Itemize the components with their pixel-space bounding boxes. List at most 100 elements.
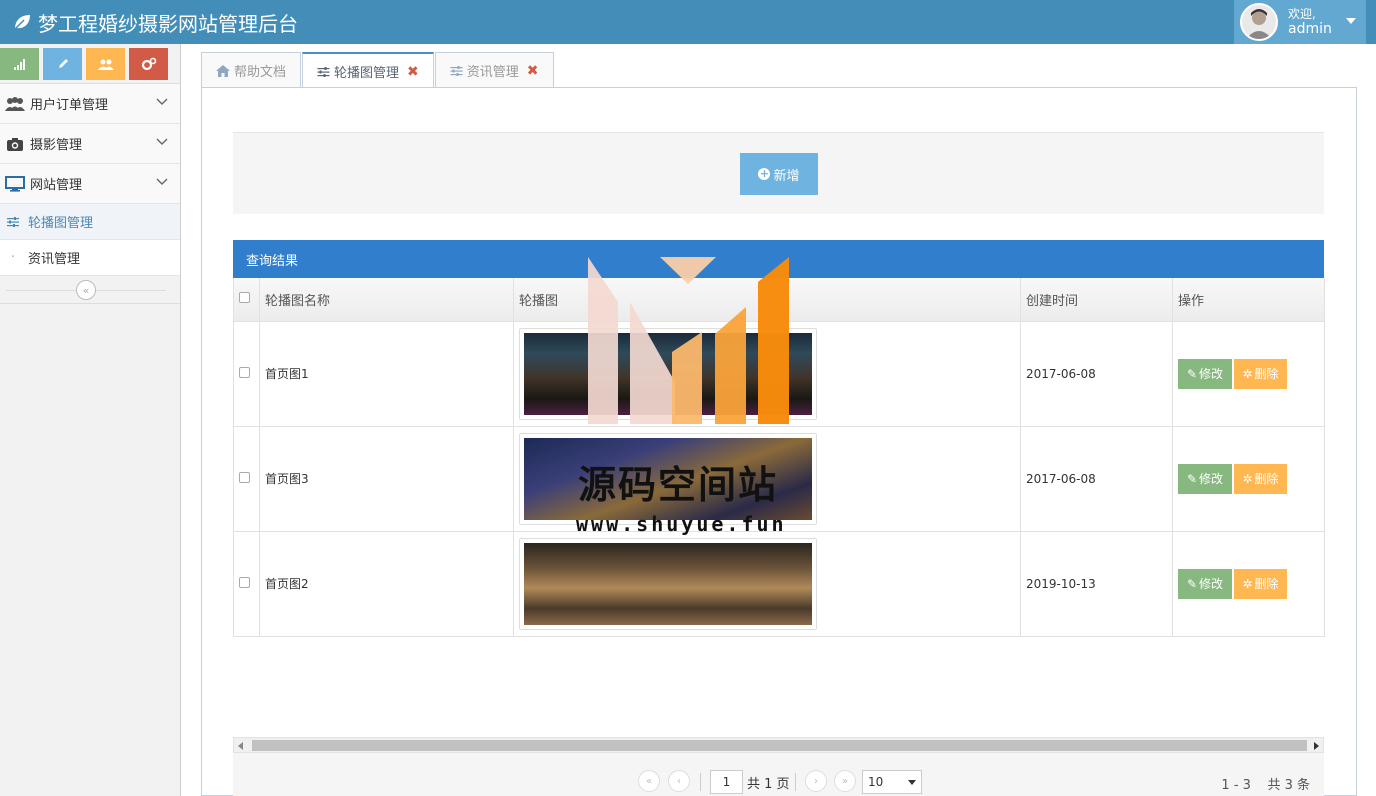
sidebar-item-website[interactable]: 网站管理: [0, 164, 180, 204]
gear-icon: ✲: [1242, 471, 1253, 486]
avatar: [1240, 3, 1278, 41]
tab-news[interactable]: 资讯管理 ✖: [434, 52, 554, 88]
user-avatar-icon: [1246, 9, 1272, 39]
shortcut-settings-button[interactable]: [129, 48, 168, 80]
delete-button[interactable]: ✲ 删除: [1234, 463, 1287, 494]
user-greeting: 欢迎, admin: [1288, 7, 1332, 37]
first-page-button[interactable]: «: [638, 770, 660, 792]
pager: « ‹ 1 共 1 页 › » 10 1 - 3 共 3 条: [233, 753, 1324, 796]
plus-circle-icon: +: [758, 167, 771, 180]
column-header-created[interactable]: 创建时间: [1020, 278, 1173, 322]
sidebar: 用户订单管理 摄影管理 网站管理 轮播图管理 · 资讯管理 «: [0, 44, 181, 796]
app-title: 梦工程婚纱摄影网站管理后台: [38, 11, 298, 36]
results-header: 查询结果: [233, 240, 1324, 278]
sidebar-item-label: 摄影管理: [30, 138, 83, 153]
table-header-row: 轮播图名称 轮播图 创建时间 操作: [233, 278, 1325, 322]
row-name: 首页图3: [259, 425, 514, 532]
prev-page-button[interactable]: ‹: [668, 770, 690, 792]
sidebar-item-user-orders[interactable]: 用户订单管理: [0, 84, 180, 124]
chevron-down-icon: [156, 178, 168, 185]
collapse-sidebar-button[interactable]: «: [76, 280, 96, 300]
sidebar-item-label: 网站管理: [30, 178, 83, 193]
close-icon[interactable]: ✖: [407, 64, 419, 80]
row-date: 2019-10-13: [1020, 530, 1173, 637]
sidebar-item-photography[interactable]: 摄影管理: [0, 124, 180, 164]
double-chevron-left-icon: «: [645, 775, 653, 787]
shortcut-edit-button[interactable]: [43, 48, 82, 80]
edit-icon: ✎: [1186, 366, 1198, 381]
sliders-icon: [317, 66, 330, 77]
tab-bar: 帮助文档 轮播图管理 ✖ 资讯管理 ✖: [201, 52, 555, 89]
sidebar-item-label: 用户订单管理: [30, 98, 109, 113]
shortcut-chart-button[interactable]: [0, 48, 39, 80]
row-date: 2017-06-08: [1020, 320, 1173, 427]
shortcut-users-button[interactable]: [86, 48, 125, 80]
table-row[interactable]: 首页图1 2017-06-08 ✎ 修改 ✲ 删除: [233, 320, 1325, 427]
page-size-select[interactable]: 10: [862, 770, 922, 794]
caret-down-icon: [908, 780, 916, 785]
chevron-down-icon: [156, 138, 168, 145]
edit-icon: ✎: [1186, 471, 1198, 486]
double-chevron-left-icon: «: [82, 283, 90, 297]
row-checkbox[interactable]: [239, 576, 250, 588]
row-name: 首页图1: [259, 320, 514, 427]
leaf-icon: [14, 15, 30, 30]
caret-down-icon: [1346, 18, 1356, 24]
carousel-table: 轮播图名称 轮播图 创建时间 操作 首页图1 2017-06-08 ✎ 修改 ✲ 删除…: [233, 278, 1325, 637]
page-number-input[interactable]: 1: [710, 770, 743, 794]
carousel-image: [524, 332, 812, 415]
scrollbar-thumb[interactable]: [252, 740, 1307, 751]
carousel-thumbnail[interactable]: [519, 537, 817, 630]
user-menu[interactable]: 欢迎, admin: [1234, 0, 1366, 44]
column-header-name[interactable]: 轮播图名称: [259, 278, 514, 322]
select-all-checkbox[interactable]: [239, 291, 250, 303]
sidebar-shortcuts: [0, 44, 180, 84]
users-icon: [97, 59, 114, 70]
sidebar-subitem-news[interactable]: · 资讯管理: [0, 240, 180, 276]
gear-icon: ✲: [1242, 576, 1253, 591]
username: admin: [1288, 21, 1332, 37]
tab-help[interactable]: 帮助文档: [201, 52, 302, 88]
chevron-left-icon: ‹: [677, 775, 681, 787]
sidebar-subitem-label: 资讯管理: [28, 252, 81, 267]
chevron-down-icon: [156, 98, 168, 105]
toolbar: + 新增: [233, 132, 1324, 214]
pencil-icon: [58, 59, 68, 68]
carousel-image: [524, 542, 812, 625]
brand[interactable]: 梦工程婚纱摄影网站管理后台: [12, 0, 298, 44]
dash-icon: ·: [10, 250, 16, 265]
home-icon: [216, 64, 230, 77]
table-row[interactable]: 首页图2 2019-10-13 ✎ 修改 ✲ 删除: [233, 530, 1325, 637]
edit-button[interactable]: ✎ 修改: [1178, 568, 1232, 599]
total-pages: 共 1 页: [747, 777, 790, 792]
row-date: 2017-06-08: [1020, 425, 1173, 532]
column-header-image[interactable]: 轮播图: [513, 278, 1021, 322]
last-page-button[interactable]: »: [834, 770, 856, 792]
scroll-left-icon[interactable]: [238, 742, 243, 750]
add-button[interactable]: + 新增: [740, 153, 818, 195]
watermark-url: www.shuyue.fun: [576, 512, 787, 536]
row-checkbox[interactable]: [239, 366, 250, 378]
edit-icon: ✎: [1186, 576, 1198, 591]
edit-button[interactable]: ✎ 修改: [1178, 358, 1232, 389]
horizontal-scrollbar[interactable]: [233, 737, 1324, 753]
camera-icon: [4, 135, 26, 153]
scroll-right-icon[interactable]: [1314, 742, 1319, 750]
record-info: 1 - 3 共 3 条: [1221, 778, 1310, 793]
users-icon: [4, 95, 26, 113]
carousel-thumbnail[interactable]: [519, 327, 817, 420]
delete-button[interactable]: ✲ 删除: [1234, 568, 1287, 599]
next-page-button[interactable]: ›: [805, 770, 827, 792]
watermark-text: 源码空间站: [578, 463, 779, 507]
select-all-cell: [233, 278, 260, 322]
delete-button[interactable]: ✲ 删除: [1234, 358, 1287, 389]
sliders-icon: [450, 65, 463, 76]
tab-carousel[interactable]: 轮播图管理 ✖: [302, 52, 434, 89]
close-icon[interactable]: ✖: [527, 63, 539, 79]
signal-icon: [13, 59, 25, 70]
sidebar-subitem-carousel[interactable]: 轮播图管理: [0, 204, 180, 240]
row-name: 首页图2: [259, 530, 514, 637]
sidebar-subitem-label: 轮播图管理: [28, 216, 94, 231]
edit-button[interactable]: ✎ 修改: [1178, 463, 1232, 494]
row-checkbox[interactable]: [239, 471, 250, 483]
